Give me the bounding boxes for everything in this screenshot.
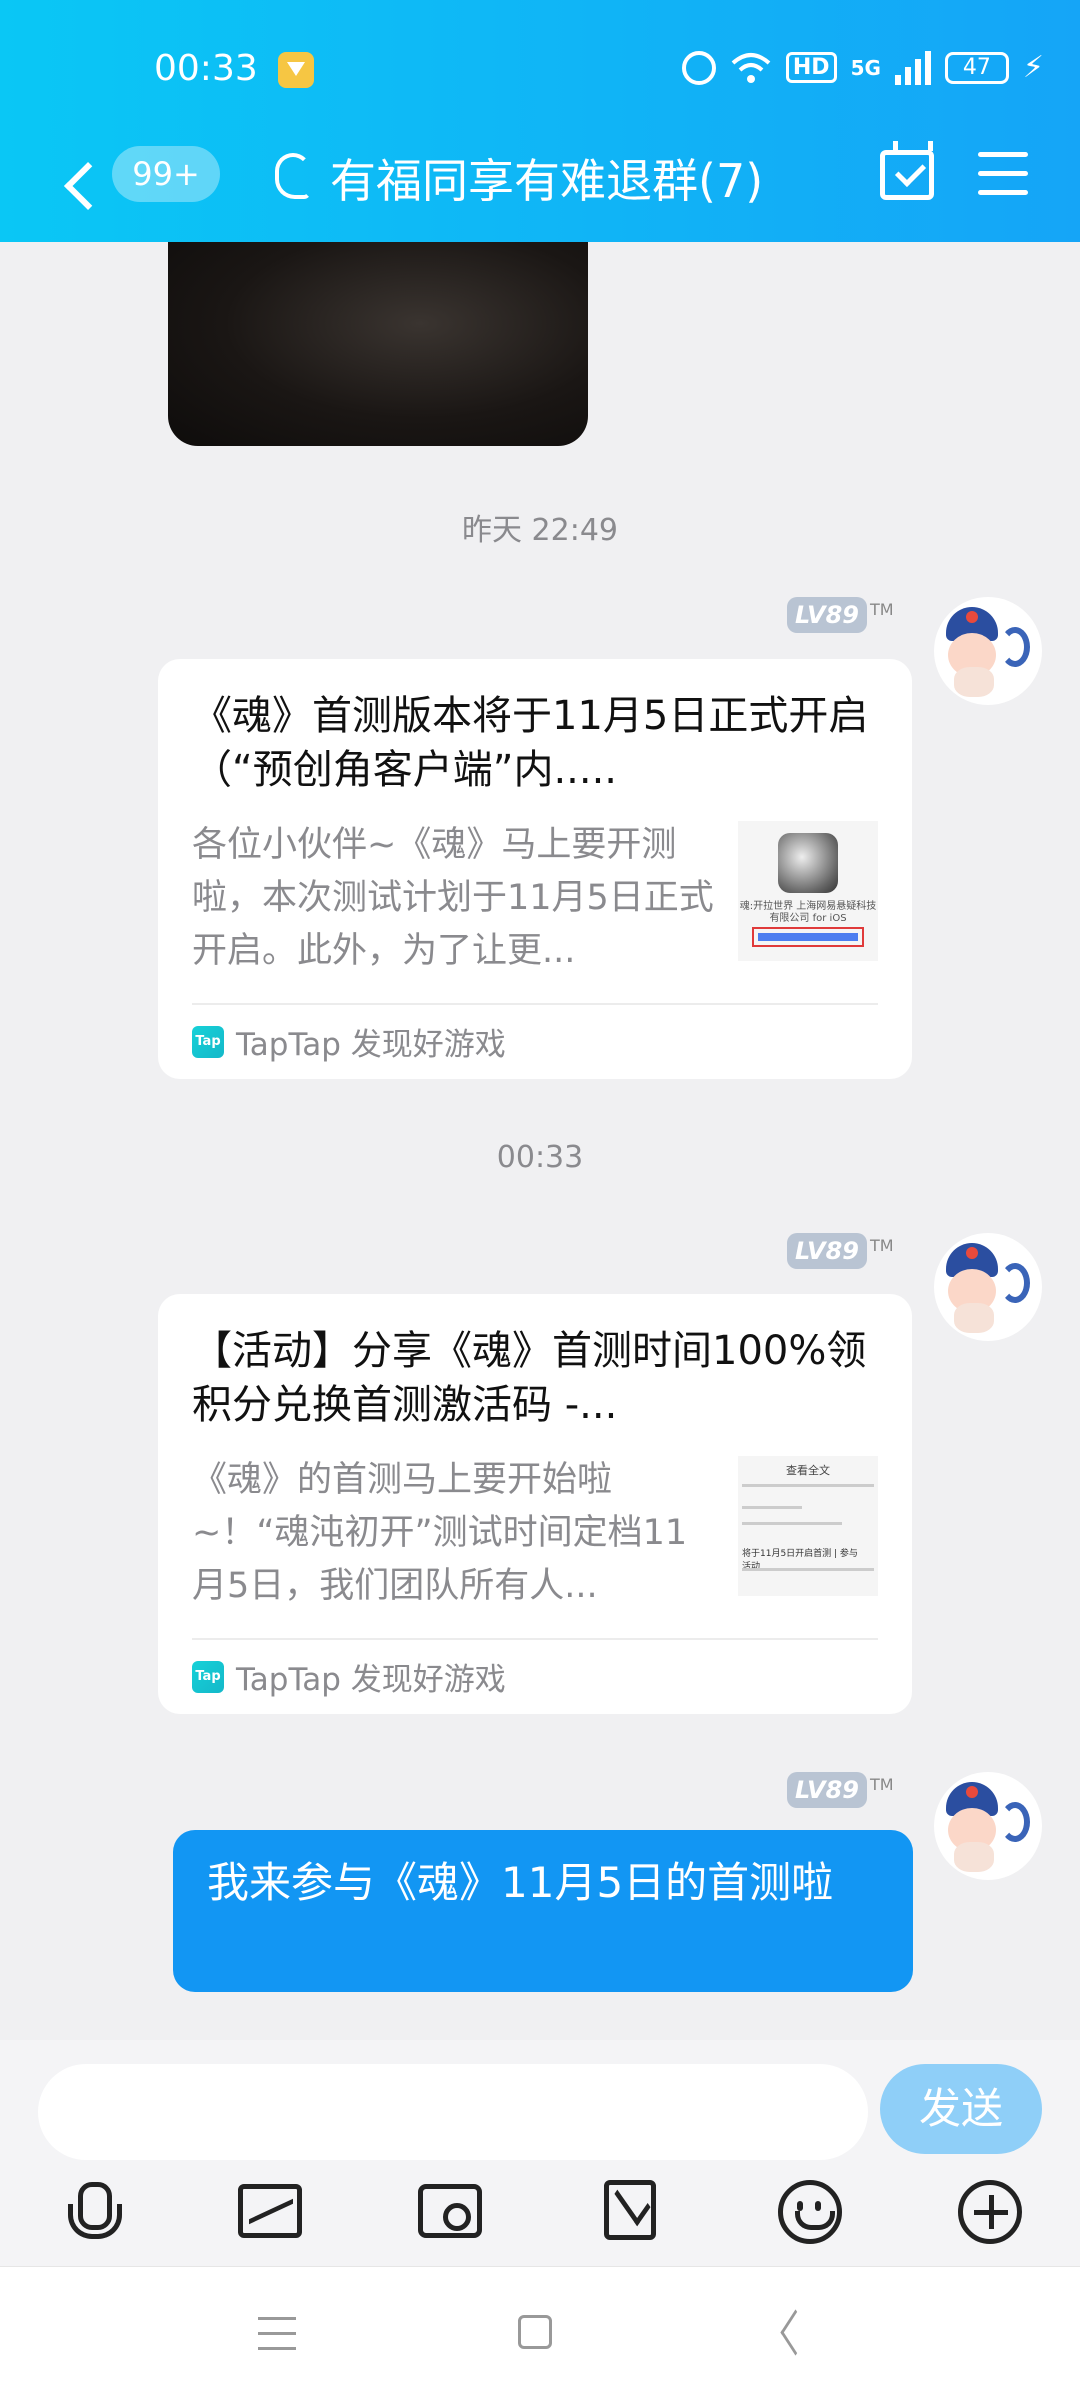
recent-apps-icon[interactable]	[258, 2317, 296, 2351]
notification-badge-icon	[278, 52, 314, 88]
thumb-heading: 查看全文	[786, 1464, 830, 1477]
card-description: 各位小伙伴~《魂》马上要开测啦，本次测试计划于11月5日正式开启。此外，为了让更…	[192, 825, 714, 971]
home-icon[interactable]	[518, 2315, 552, 2349]
card-title: 【活动】分享《魂》首测时间100%领积分兑换首测激活码 -...	[192, 1328, 867, 1428]
taptap-icon: Tap	[192, 1660, 224, 1693]
shared-link-card[interactable]: 《魂》首测版本将于11月5日正式开启（“预创角客户端”内..... 各位小伙伴~…	[158, 659, 912, 1079]
card-divider	[192, 1638, 878, 1640]
chat-title: 有福同享有难退群(7)	[330, 154, 764, 208]
system-back-icon[interactable]	[776, 2313, 810, 2351]
card-thumbnail: 查看全文 将于11月5日开启首测 | 参与活动	[738, 1456, 878, 1596]
taptap-icon: Tap	[192, 1025, 224, 1058]
card-source-label: TapTap 发现好游戏	[236, 1027, 506, 1063]
card-source: Tap TapTap 发现好游戏	[192, 1654, 506, 1699]
image-icon[interactable]	[238, 2184, 302, 2238]
system-nav-bar	[0, 2266, 1080, 2400]
red-packet-icon[interactable]	[604, 2180, 656, 2240]
avatar[interactable]	[934, 1233, 1042, 1341]
card-source: Tap TapTap 发现好游戏	[192, 1019, 506, 1064]
game-logo	[778, 833, 838, 893]
status-time: 00:33	[154, 48, 258, 89]
menu-icon[interactable]	[978, 152, 1028, 196]
card-title: 《魂》首测版本将于11月5日正式开启（“预创角客户端”内.....	[192, 693, 869, 793]
emoji-icon[interactable]	[778, 2180, 842, 2244]
status-icons: HD 5G 47 ⚡	[681, 50, 1044, 85]
input-bar: 发送	[0, 2040, 1080, 2266]
card-thumbnail: 魂:开拉世界 上海网易悬疑科技有限公司 for iOS	[738, 821, 878, 961]
message-timestamp: 00:33	[496, 1140, 584, 1175]
ear-icon[interactable]	[275, 153, 311, 199]
message-input[interactable]	[38, 2064, 868, 2160]
unread-count-badge[interactable]: 99+	[112, 146, 220, 202]
thumb-button	[752, 927, 864, 947]
shared-link-card[interactable]: 【活动】分享《魂》首测时间100%领积分兑换首测激活码 -... 《魂》的首测马…	[158, 1294, 912, 1714]
plus-icon[interactable]	[958, 2180, 1022, 2244]
avatar[interactable]	[934, 597, 1042, 705]
calendar-check-icon[interactable]	[880, 141, 934, 200]
wifi-icon	[731, 52, 771, 83]
text-message-bubble[interactable]: 我来参与《魂》11月5日的首测啦	[173, 1830, 913, 1992]
level-badge: LV89	[787, 597, 867, 633]
card-divider	[192, 1003, 878, 1005]
network-gen-label: 5G	[850, 55, 881, 80]
message-timestamp: 昨天 22:49	[462, 513, 618, 548]
level-badge: LV89	[787, 1772, 867, 1808]
tm-mark: TM	[870, 1236, 894, 1255]
tm-mark: TM	[870, 600, 894, 619]
battery-icon: 47	[944, 51, 1009, 84]
avatar[interactable]	[934, 1772, 1042, 1880]
signal-icon	[894, 50, 931, 85]
tm-mark: TM	[870, 1775, 894, 1794]
chat-header: 00:33 HD 5G 47 ⚡ 99+ 有福同享有难退群(7)	[0, 0, 1080, 242]
thumb-text: 魂:开拉世界 上海网易悬疑科技有限公司 for iOS	[739, 901, 877, 924]
card-description: 《魂》的首测马上要开始啦~！“魂沌初开”测试时间定档11月5日，我们团队所有人.…	[192, 1460, 688, 1606]
hd-label: HD	[785, 52, 837, 83]
alarm-icon	[681, 50, 716, 85]
video-message-thumbnail[interactable]	[168, 242, 588, 446]
card-source-label: TapTap 发现好游戏	[236, 1662, 506, 1698]
send-button[interactable]: 发送	[880, 2064, 1042, 2154]
level-badge: LV89	[787, 1233, 867, 1269]
charging-icon: ⚡	[1022, 50, 1044, 85]
camera-icon[interactable]	[418, 2184, 482, 2238]
mic-icon[interactable]	[58, 2180, 122, 2244]
back-arrow-icon[interactable]	[52, 148, 100, 196]
